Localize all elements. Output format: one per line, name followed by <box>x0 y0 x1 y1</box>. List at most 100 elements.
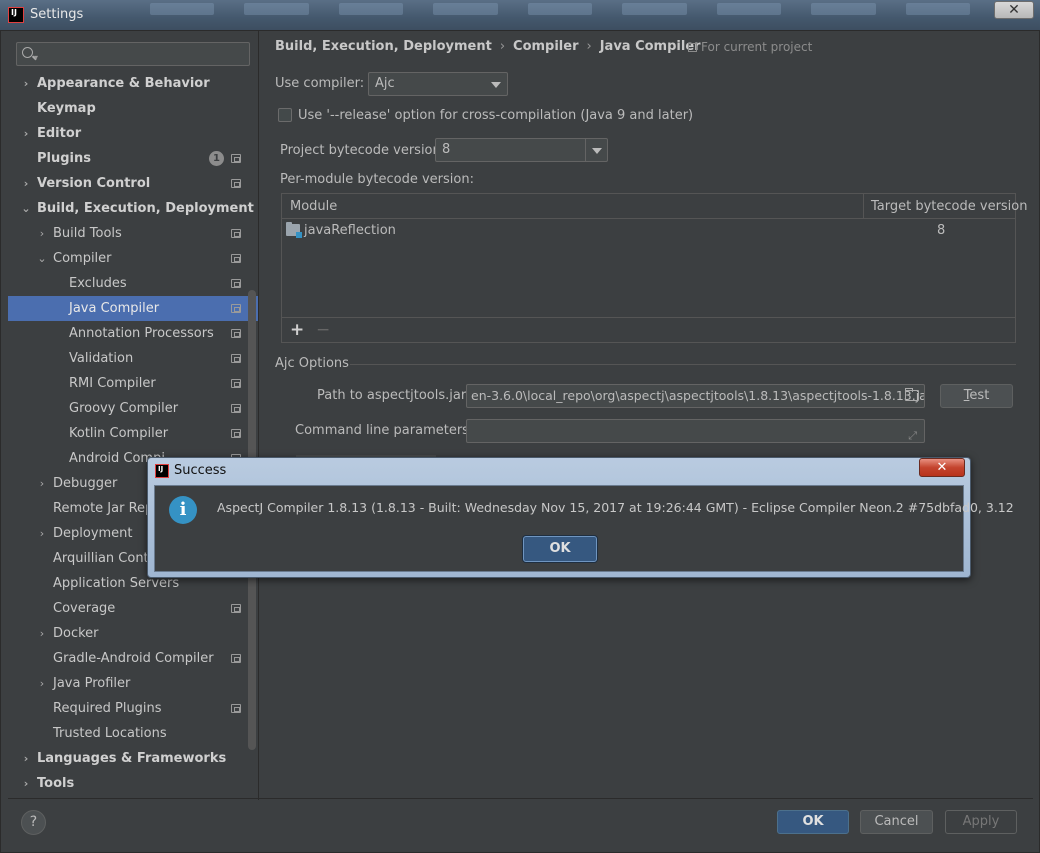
sidebar-item[interactable]: Trusted Locations <box>8 721 258 746</box>
project-scope-icon <box>231 279 241 288</box>
apply-button[interactable]: Apply <box>945 810 1017 834</box>
sidebar-item-label: Appearance & Behavior <box>37 76 210 91</box>
table-toolbar: + − <box>282 317 1015 342</box>
chevron-right-icon[interactable]: › <box>20 171 32 196</box>
chevron-right-icon[interactable]: › <box>36 471 48 496</box>
sidebar-item-label: Excludes <box>69 276 127 291</box>
chevron-right-icon[interactable]: › <box>20 771 32 796</box>
sidebar-item[interactable]: › Editor <box>8 121 258 146</box>
column-header-target-version[interactable]: Target bytecode version <box>871 194 1028 219</box>
dialog-close-button[interactable]: ✕ <box>919 458 965 477</box>
sidebar-item-label: Annotation Processors <box>69 326 214 341</box>
remove-icon[interactable]: − <box>316 320 330 340</box>
scope-indicator: For current project <box>688 40 812 54</box>
add-icon[interactable]: + <box>290 320 304 340</box>
project-scope-icon <box>231 229 241 238</box>
sidebar-item[interactable]: › Tools <box>8 771 258 796</box>
sidebar-item[interactable]: RMI Compiler <box>8 371 258 396</box>
chevron-down-icon[interactable]: ⌄ <box>36 246 48 271</box>
chevron-down-icon[interactable]: ⌄ <box>20 196 32 221</box>
sidebar-item[interactable]: › Languages & Frameworks <box>8 746 258 771</box>
project-bytecode-value: 8 <box>442 142 451 157</box>
sidebar-item[interactable]: ⌄ Build, Execution, Deployment <box>8 196 258 221</box>
sidebar-item[interactable]: Plugins 1 <box>8 146 258 171</box>
project-scope-icon <box>231 704 241 713</box>
release-option-checkbox[interactable] <box>278 108 292 122</box>
settings-search-input[interactable]: ▾ <box>16 42 250 66</box>
module-folder-icon <box>286 222 302 238</box>
sidebar-item[interactable]: Kotlin Compiler <box>8 421 258 446</box>
chevron-right-icon[interactable]: › <box>36 221 48 246</box>
module-bytecode-table: Module Target bytecode version javaRefle… <box>281 193 1028 343</box>
test-button[interactable]: Test <box>940 384 1013 408</box>
table-row[interactable]: javaReflection 8 <box>282 220 1015 242</box>
expand-icon[interactable]: ⤢ <box>908 425 917 442</box>
search-dropdown-icon[interactable]: ▾ <box>34 53 38 62</box>
project-scope-icon <box>231 154 241 163</box>
command-line-input[interactable]: ⤢ <box>466 419 925 443</box>
sidebar-item[interactable]: › Docker <box>8 621 258 646</box>
chevron-right-icon[interactable]: › <box>20 746 32 771</box>
sidebar-item-label: Build Tools <box>53 226 122 241</box>
sidebar-item[interactable]: Coverage <box>8 596 258 621</box>
module-target-version[interactable]: 8 <box>937 220 945 242</box>
ok-button[interactable]: OK <box>777 810 849 834</box>
dialog-ok-button[interactable]: OK <box>523 536 597 562</box>
sidebar-item-label: Arquillian Conta <box>53 551 157 566</box>
chevron-down-icon <box>592 148 602 154</box>
sidebar-item[interactable]: Gradle-Android Compiler <box>8 646 258 671</box>
breadcrumb-separator: › <box>499 39 506 54</box>
sidebar-item-label: Editor <box>37 126 82 141</box>
sidebar-item[interactable]: Groovy Compiler <box>8 396 258 421</box>
window-title-bar: Settings ✕ <box>0 0 1040 30</box>
chevron-right-icon[interactable]: › <box>36 521 48 546</box>
sidebar-item[interactable]: › Java Profiler <box>8 671 258 696</box>
use-compiler-combo[interactable]: Ajc <box>368 72 508 96</box>
chevron-down-icon <box>491 82 501 88</box>
window-close-button[interactable]: ✕ <box>994 1 1034 19</box>
sidebar-item-label: RMI Compiler <box>69 376 156 391</box>
aspectjtools-path-label: Path to aspectjtools.jar: <box>317 388 471 403</box>
use-compiler-label: Use compiler: <box>275 76 365 91</box>
sidebar-item-label: Trusted Locations <box>53 726 167 741</box>
chevron-right-icon[interactable]: › <box>36 671 48 696</box>
module-name: javaReflection <box>304 223 396 238</box>
sidebar-item[interactable]: Excludes <box>8 271 258 296</box>
sidebar-item[interactable]: › Version Control <box>8 171 258 196</box>
breadcrumb: Build, Execution, Deployment › Compiler › Ja… <box>275 39 701 54</box>
command-line-label: Command line parameters: <box>295 423 474 438</box>
dialog-title: Success <box>174 463 227 478</box>
chevron-right-icon[interactable]: › <box>36 621 48 646</box>
per-module-label: Per-module bytecode version: <box>280 172 474 187</box>
sidebar-item-label: Keymap <box>37 101 96 116</box>
sidebar-item[interactable]: › Appearance & Behavior <box>8 71 258 96</box>
release-option-label[interactable]: Use '--release' option for cross-compila… <box>298 108 693 123</box>
sidebar-item-label: Coverage <box>53 601 116 616</box>
help-button[interactable]: ? <box>21 810 46 835</box>
settings-sidebar: ▾ › Appearance & Behavior Keymap › Editor Plu… <box>8 32 258 799</box>
sidebar-item-label: Plugins <box>37 151 91 166</box>
table-header: Module Target bytecode version <box>282 194 1028 219</box>
sidebar-item[interactable]: Required Plugins <box>8 696 258 721</box>
aspectjtools-path-input[interactable]: en-3.6.0\local_repo\org\aspectj\aspectjt… <box>466 384 925 408</box>
breadcrumb-part: Compiler <box>513 39 579 54</box>
sidebar-item-label: Docker <box>53 626 99 641</box>
sidebar-item[interactable]: Java Compiler <box>8 296 258 321</box>
chevron-right-icon[interactable]: › <box>20 71 32 96</box>
folder-browse-icon[interactable] <box>905 388 919 401</box>
column-divider[interactable] <box>863 194 864 219</box>
cancel-button[interactable]: Cancel <box>860 810 933 834</box>
footer-divider <box>8 798 1033 799</box>
use-compiler-value: Ajc <box>375 76 395 91</box>
column-header-module[interactable]: Module <box>290 194 337 219</box>
ajc-options-title: Ajc Options <box>275 356 349 371</box>
sidebar-item[interactable]: Keymap <box>8 96 258 121</box>
sidebar-item[interactable]: Validation <box>8 346 258 371</box>
sidebar-item-label: Deployment <box>53 526 133 541</box>
project-scope-icon <box>231 379 241 388</box>
sidebar-item[interactable]: › Build Tools <box>8 221 258 246</box>
chevron-right-icon[interactable]: › <box>20 121 32 146</box>
sidebar-item[interactable]: Annotation Processors <box>8 321 258 346</box>
project-bytecode-combo[interactable]: 8 <box>435 138 608 162</box>
sidebar-item[interactable]: ⌄ Compiler <box>8 246 258 271</box>
